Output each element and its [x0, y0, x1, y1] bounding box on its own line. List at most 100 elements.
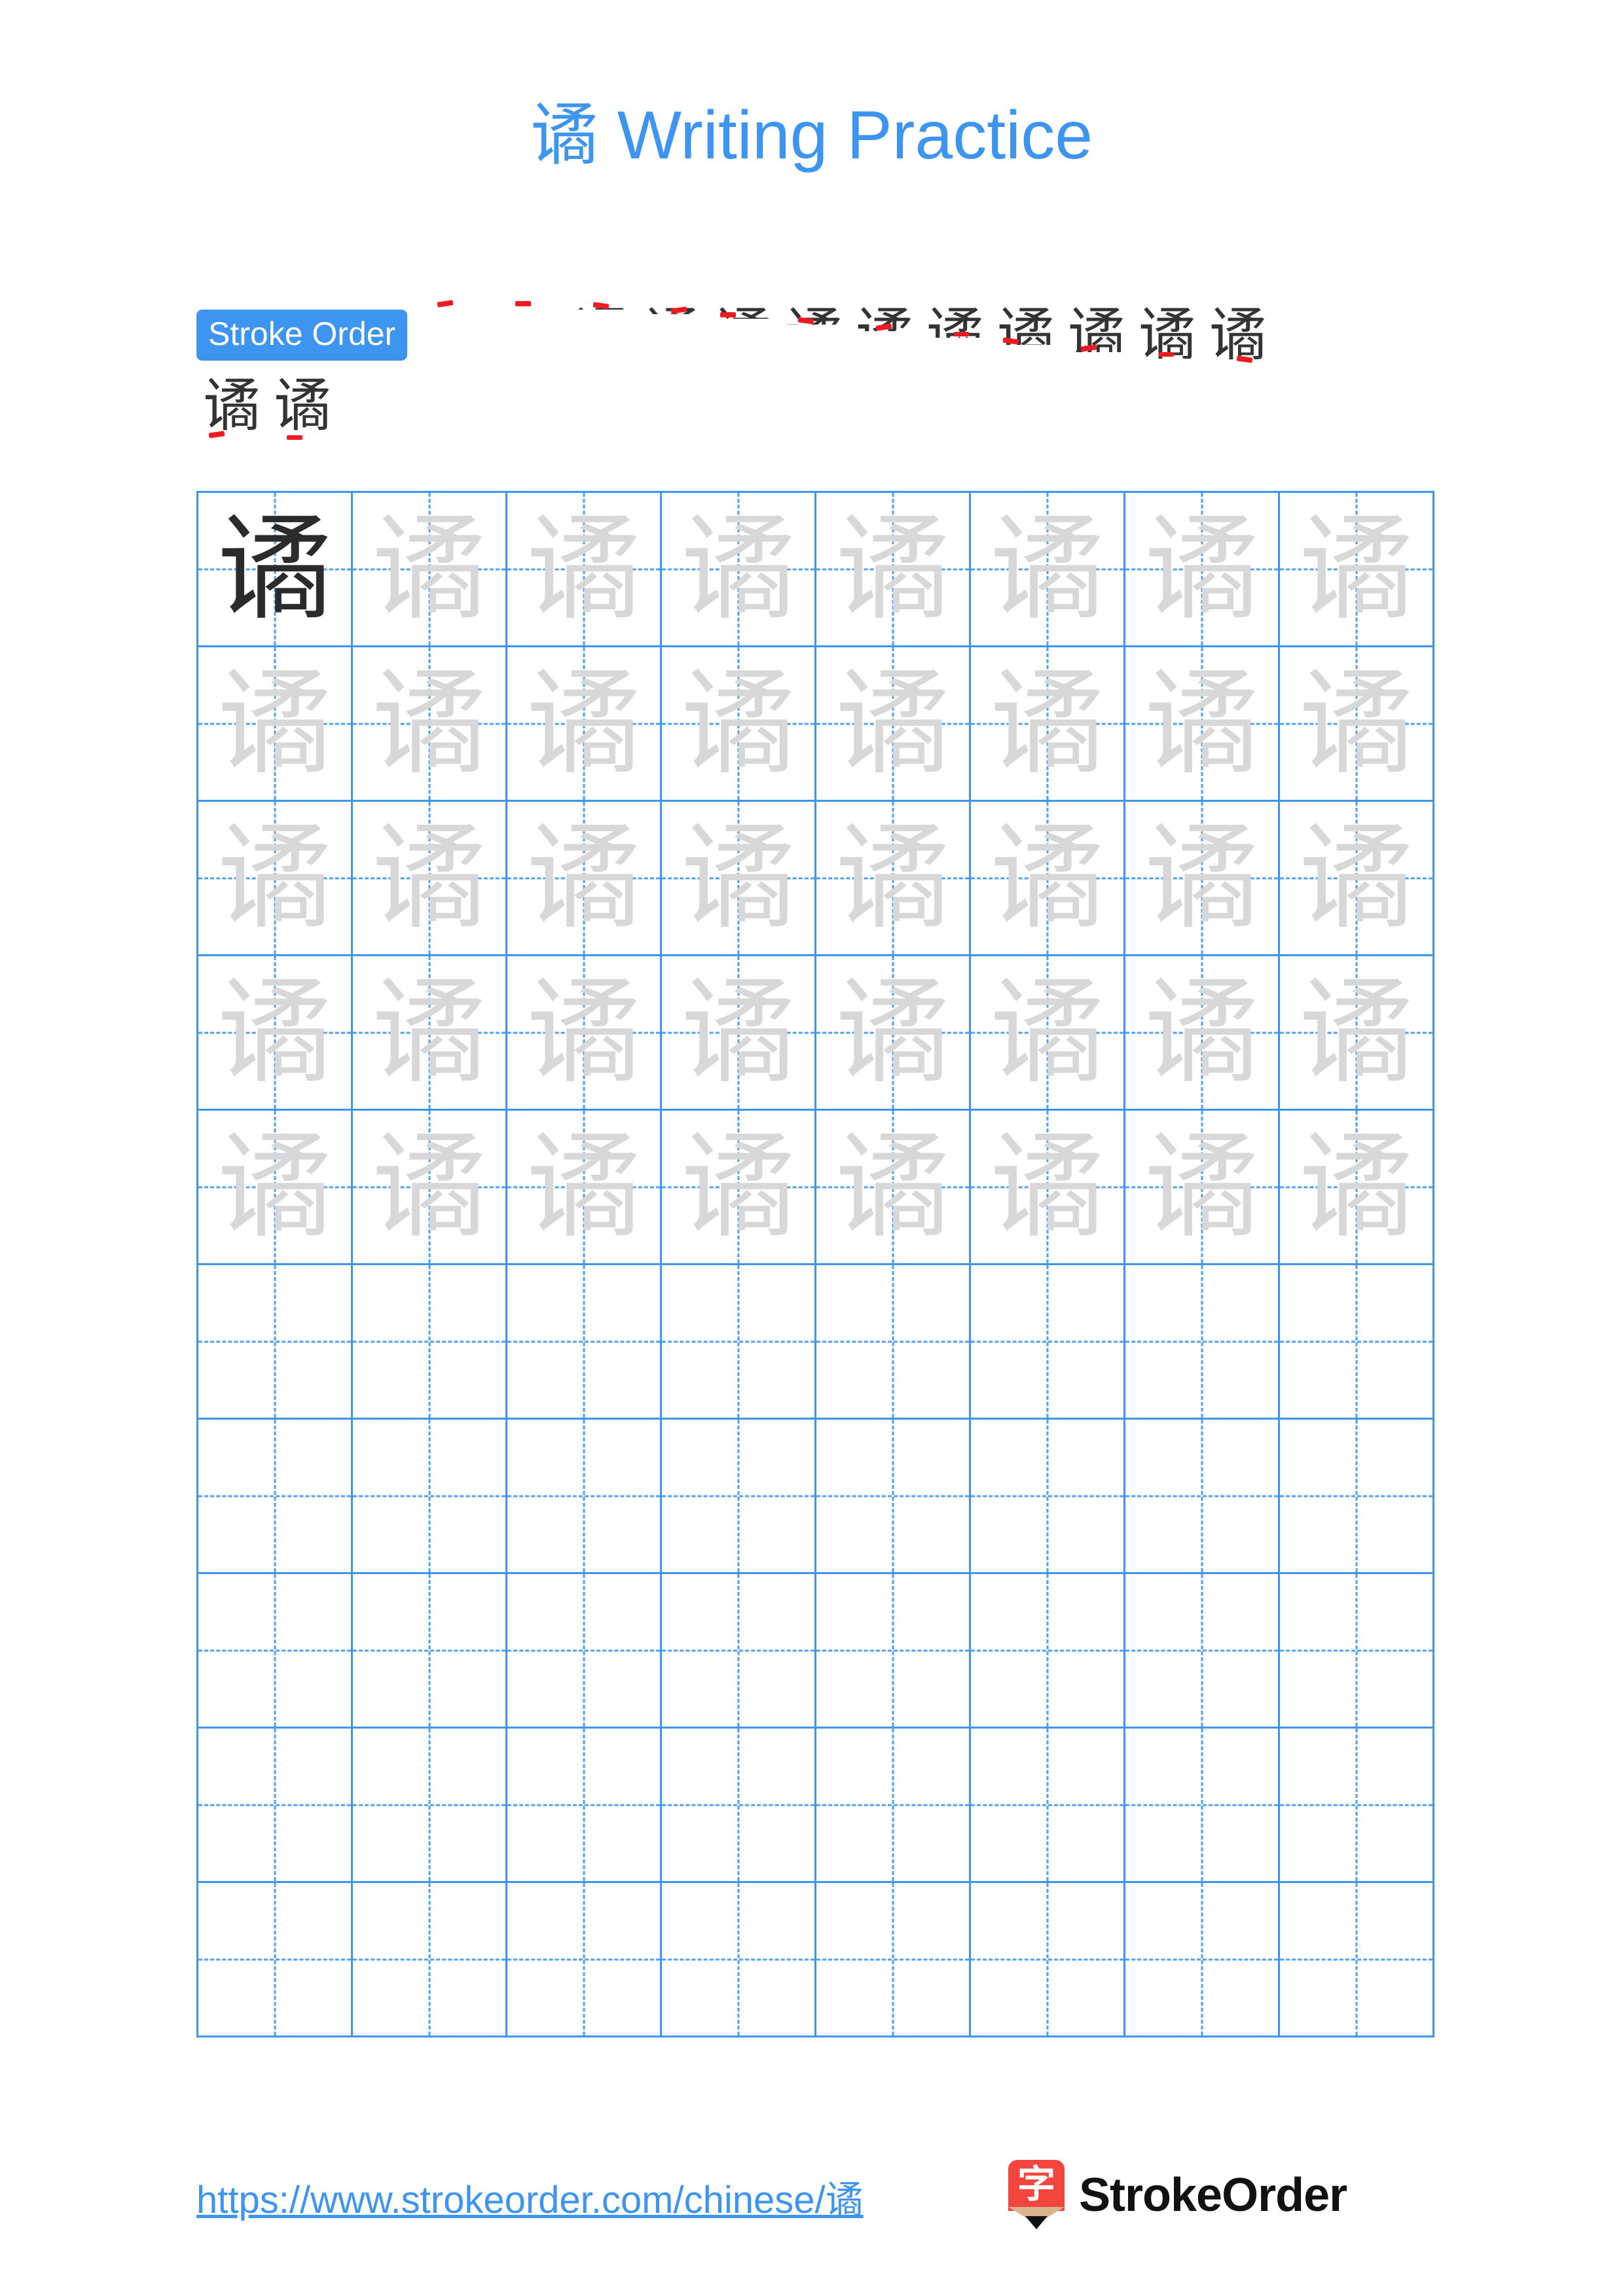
practice-cell[interactable]: 谲 — [507, 647, 662, 802]
practice-cell[interactable]: 谲 — [1280, 647, 1434, 802]
practice-cell[interactable]: 谲 — [198, 802, 353, 956]
footer-url-link[interactable]: https://www.strokeorder.com/chinese/谲 — [196, 2169, 864, 2224]
practice-cell[interactable]: 谲 — [1125, 802, 1280, 956]
practice-cell[interactable] — [816, 1420, 971, 1574]
practice-cell[interactable]: 谲 — [816, 1111, 971, 1265]
practice-cell[interactable] — [353, 1883, 507, 2037]
practice-cell[interactable] — [662, 1574, 816, 1729]
practice-cell[interactable]: 谲 — [507, 956, 662, 1111]
guide-line-vertical — [737, 1420, 739, 1572]
practice-cell[interactable] — [971, 1265, 1125, 1420]
practice-cell[interactable]: 谲 — [1125, 647, 1280, 802]
practice-cell[interactable]: 谲 — [971, 956, 1125, 1111]
practice-cell[interactable]: 谲 — [507, 802, 662, 956]
practice-cell[interactable] — [662, 1729, 816, 1883]
practice-cell[interactable] — [1125, 1420, 1280, 1574]
guide-line-horizontal — [971, 1804, 1123, 1806]
trace-character: 谲 — [371, 965, 487, 1100]
practice-cell[interactable] — [1280, 1729, 1434, 1883]
practice-cell[interactable]: 谲 — [1280, 493, 1434, 647]
practice-cell[interactable] — [1125, 1265, 1280, 1420]
practice-cell[interactable]: 谲 — [353, 493, 507, 647]
practice-cell[interactable]: 谲 — [971, 647, 1125, 802]
practice-cell[interactable] — [816, 1265, 971, 1420]
guide-line-horizontal — [1125, 1804, 1278, 1806]
guide-line-horizontal — [198, 1958, 351, 1960]
practice-cell[interactable]: 谲 — [816, 956, 971, 1111]
practice-cell[interactable] — [971, 1729, 1125, 1883]
practice-cell[interactable]: 谲 — [1125, 493, 1280, 647]
practice-cell[interactable]: 谲 — [662, 956, 816, 1111]
stroke-step-6: 谲 — [778, 300, 849, 370]
guide-line-vertical — [1201, 1420, 1203, 1572]
practice-cell[interactable] — [507, 1420, 662, 1574]
practice-cell[interactable]: 谲 — [353, 647, 507, 802]
trace-character: 谲 — [1298, 501, 1414, 636]
guide-line-horizontal — [353, 1649, 505, 1651]
practice-cell[interactable]: 谲 — [1280, 1111, 1434, 1265]
practice-cell[interactable]: 谲 — [198, 493, 353, 647]
practice-cell[interactable]: 谲 — [353, 802, 507, 956]
guide-line-horizontal — [353, 1958, 505, 1960]
practice-cell[interactable]: 谲 — [662, 493, 816, 647]
practice-cell[interactable] — [198, 1574, 353, 1729]
practice-cell[interactable] — [971, 1883, 1125, 2037]
practice-cell[interactable]: 谲 — [816, 493, 971, 647]
practice-cell[interactable] — [198, 1883, 353, 2037]
practice-cell[interactable]: 谲 — [971, 1111, 1125, 1265]
practice-cell[interactable]: 谲 — [198, 956, 353, 1111]
practice-cell[interactable] — [1280, 1420, 1434, 1574]
guide-line-vertical — [1046, 1420, 1048, 1572]
practice-cell[interactable] — [816, 1574, 971, 1729]
stroke-step-list-1: 谲谲谲谲谲谲谲谲谲谲谲谲 — [425, 300, 1273, 363]
practice-cell[interactable]: 谲 — [1280, 956, 1434, 1111]
practice-cell[interactable] — [1125, 1574, 1280, 1729]
trace-character: 谲 — [1144, 1119, 1260, 1254]
practice-cell[interactable] — [1125, 1883, 1280, 2037]
practice-cell[interactable] — [198, 1420, 353, 1574]
practice-cell[interactable] — [1280, 1574, 1434, 1729]
practice-cell[interactable] — [1280, 1265, 1434, 1420]
practice-cell[interactable] — [662, 1420, 816, 1574]
practice-cell[interactable] — [353, 1420, 507, 1574]
practice-cell[interactable] — [507, 1729, 662, 1883]
practice-cell[interactable] — [971, 1574, 1125, 1729]
practice-cell[interactable]: 谲 — [1280, 802, 1434, 956]
practice-cell[interactable] — [662, 1265, 816, 1420]
practice-cell[interactable] — [353, 1729, 507, 1883]
practice-cell[interactable]: 谲 — [1125, 1111, 1280, 1265]
practice-cell[interactable] — [507, 1265, 662, 1420]
practice-cell[interactable] — [1280, 1883, 1434, 2037]
practice-cell[interactable] — [353, 1265, 507, 1420]
practice-cell[interactable] — [507, 1883, 662, 2037]
practice-cell[interactable]: 谲 — [816, 647, 971, 802]
practice-cell[interactable]: 谲 — [816, 802, 971, 956]
practice-cell[interactable] — [198, 1265, 353, 1420]
practice-cell[interactable] — [198, 1729, 353, 1883]
practice-cell[interactable] — [353, 1574, 507, 1729]
guide-line-vertical — [583, 1883, 585, 2036]
practice-cell[interactable] — [662, 1883, 816, 2037]
practice-cell[interactable] — [1125, 1729, 1280, 1883]
practice-cell[interactable]: 谲 — [971, 493, 1125, 647]
practice-cell[interactable]: 谲 — [507, 1111, 662, 1265]
guide-line-horizontal — [198, 1804, 351, 1806]
practice-cell[interactable]: 谲 — [662, 1111, 816, 1265]
practice-cell[interactable]: 谲 — [353, 956, 507, 1111]
practice-cell[interactable]: 谲 — [662, 802, 816, 956]
practice-cell[interactable] — [971, 1420, 1125, 1574]
stroke-step-14: 谲 — [267, 370, 338, 441]
practice-cell[interactable]: 谲 — [662, 647, 816, 802]
practice-cell[interactable] — [816, 1883, 971, 2037]
practice-cell[interactable]: 谲 — [198, 1111, 353, 1265]
practice-cell[interactable]: 谲 — [198, 647, 353, 802]
practice-cell[interactable]: 谲 — [971, 802, 1125, 956]
practice-cell[interactable]: 谲 — [507, 493, 662, 647]
practice-cell[interactable]: 谲 — [353, 1111, 507, 1265]
practice-cell[interactable] — [816, 1729, 971, 1883]
practice-cell[interactable]: 谲 — [1125, 956, 1280, 1111]
trace-character: 谲 — [989, 965, 1105, 1100]
practice-cell[interactable] — [507, 1574, 662, 1729]
trace-character: 谲 — [1144, 965, 1260, 1100]
pencil-tip — [1025, 2216, 1048, 2229]
